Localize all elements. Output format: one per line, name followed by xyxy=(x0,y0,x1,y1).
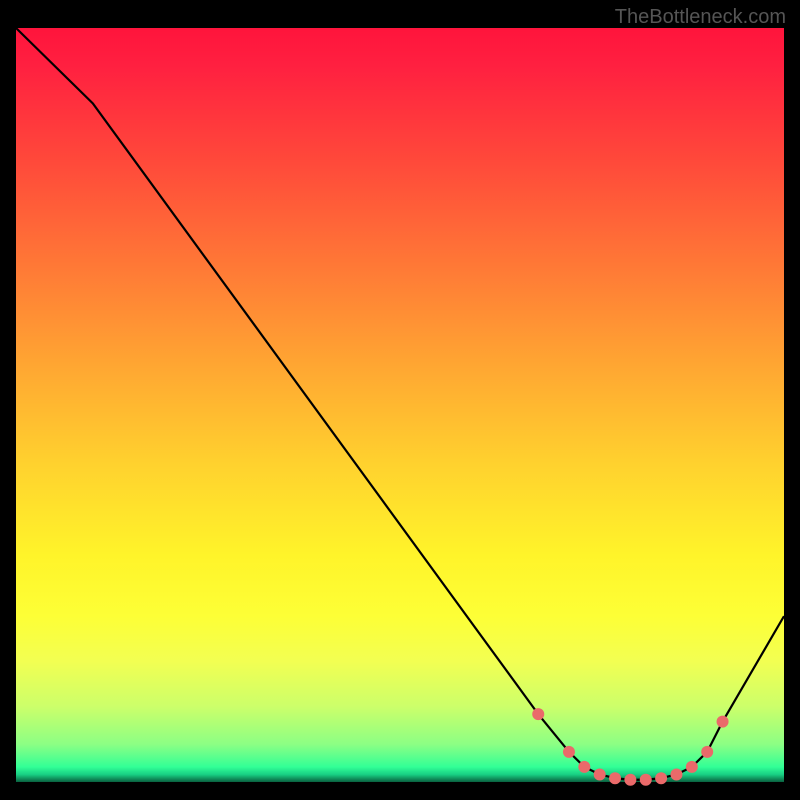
curve-marker xyxy=(670,768,682,780)
curve-marker xyxy=(594,768,606,780)
bottleneck-curve xyxy=(16,28,784,780)
curve-marker xyxy=(609,772,621,784)
curve-marker xyxy=(701,746,713,758)
curve-marker xyxy=(578,761,590,773)
attribution-label: TheBottleneck.com xyxy=(615,6,786,29)
curve-marker xyxy=(686,761,698,773)
curve-marker xyxy=(640,774,652,786)
curve-marker xyxy=(624,774,636,786)
curve-marker xyxy=(532,708,544,720)
curve-markers xyxy=(532,708,728,786)
curve-marker xyxy=(563,746,575,758)
curve-marker xyxy=(655,772,667,784)
chart-plot-area xyxy=(16,28,784,782)
curve-svg xyxy=(16,28,784,782)
curve-marker xyxy=(717,716,729,728)
